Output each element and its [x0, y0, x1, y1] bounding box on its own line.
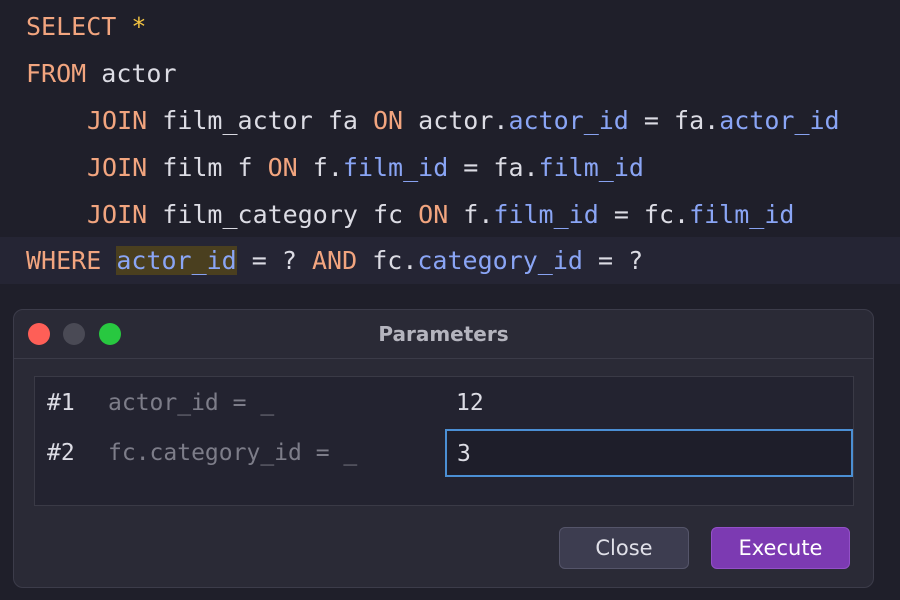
- code-text: JOIN film_actor fa ON actor.actor_id = f…: [87, 97, 840, 144]
- sql-column: actor_id: [508, 106, 629, 135]
- code-text: FROM actor: [26, 50, 177, 97]
- code-line-4[interactable]: JOIN film f ON f.film_id = fa.film_id: [0, 144, 900, 191]
- parameter-number: #1: [47, 390, 75, 416]
- code-text: WHERE actor_id = ? AND fc.category_id = …: [26, 237, 643, 284]
- code-line-5[interactable]: JOIN film_category fc ON f.film_id = fc.…: [0, 191, 900, 238]
- sql-wildcard: *: [131, 12, 147, 41]
- sql-keyword: JOIN: [87, 200, 163, 229]
- sql-column: actor_id: [719, 106, 840, 135]
- sql-keyword: ON: [372, 106, 419, 135]
- sql-column: category_id: [417, 246, 583, 275]
- code-line-1[interactable]: SELECT *: [0, 3, 900, 50]
- dialog-titlebar: Parameters: [14, 310, 873, 359]
- sql-identifier: actor: [101, 59, 177, 88]
- parameter-row-1: #1 actor_id = _ 12: [35, 379, 853, 427]
- parameter-value-input-1[interactable]: 12: [445, 379, 852, 427]
- sql-identifier: = fc.: [598, 200, 690, 229]
- sql-column: film_id: [342, 153, 449, 182]
- sql-identifier: = ?: [582, 246, 644, 275]
- parameters-dialog: Parameters #1 actor_id = _ 12 #2 fc.cate…: [13, 309, 874, 588]
- sql-column: actor_id: [116, 246, 237, 275]
- code-line-3[interactable]: JOIN film_actor fa ON actor.actor_id = f…: [0, 97, 900, 144]
- sql-keyword: SELECT: [26, 12, 132, 41]
- sql-identifier: = ?: [236, 246, 312, 275]
- parameter-row-2: #2 fc.category_id = _ 3: [35, 429, 853, 477]
- sql-identifier: film_actor fa: [162, 106, 373, 135]
- sql-column: film_id: [538, 153, 644, 182]
- parameter-value-input-2[interactable]: 3: [445, 429, 853, 477]
- sql-identifier: f.: [463, 200, 494, 229]
- sql-keyword: ON: [267, 153, 313, 182]
- sql-identifier: = fa.: [628, 106, 720, 135]
- parameter-expression: actor_id = _: [108, 390, 275, 416]
- sql-keyword: JOIN: [87, 153, 163, 182]
- code-text: SELECT *: [26, 3, 146, 50]
- sql-identifier: f.: [312, 153, 343, 182]
- code-text: JOIN film f ON f.film_id = fa.film_id: [87, 144, 644, 191]
- sql-identifier: fc.: [372, 246, 418, 275]
- sql-keyword: FROM: [26, 59, 102, 88]
- close-button[interactable]: Close: [559, 527, 689, 569]
- parameter-number: #2: [47, 440, 75, 466]
- sql-identifier: film_category fc: [162, 200, 419, 229]
- sql-identifier: = fa.: [448, 153, 539, 182]
- code-text: JOIN film_category fc ON f.film_id = fc.…: [87, 191, 794, 238]
- sql-keyword: ON: [418, 200, 464, 229]
- sql-column: film_id: [493, 200, 599, 229]
- sql-column: film_id: [689, 200, 795, 229]
- sql-keyword: JOIN: [87, 106, 163, 135]
- sql-identifier: film f: [162, 153, 268, 182]
- sql-identifier: actor.: [418, 106, 509, 135]
- code-line-6[interactable]: WHERE actor_id = ? AND fc.category_id = …: [0, 237, 900, 284]
- sql-keyword: AND: [312, 246, 373, 275]
- parameters-list: #1 actor_id = _ 12 #2 fc.category_id = _…: [34, 376, 854, 506]
- execute-button[interactable]: Execute: [711, 527, 850, 569]
- sql-keyword: WHERE: [26, 246, 117, 275]
- code-line-2[interactable]: FROM actor: [0, 50, 900, 97]
- dialog-title: Parameters: [378, 322, 509, 346]
- parameter-expression: fc.category_id = _: [108, 440, 358, 466]
